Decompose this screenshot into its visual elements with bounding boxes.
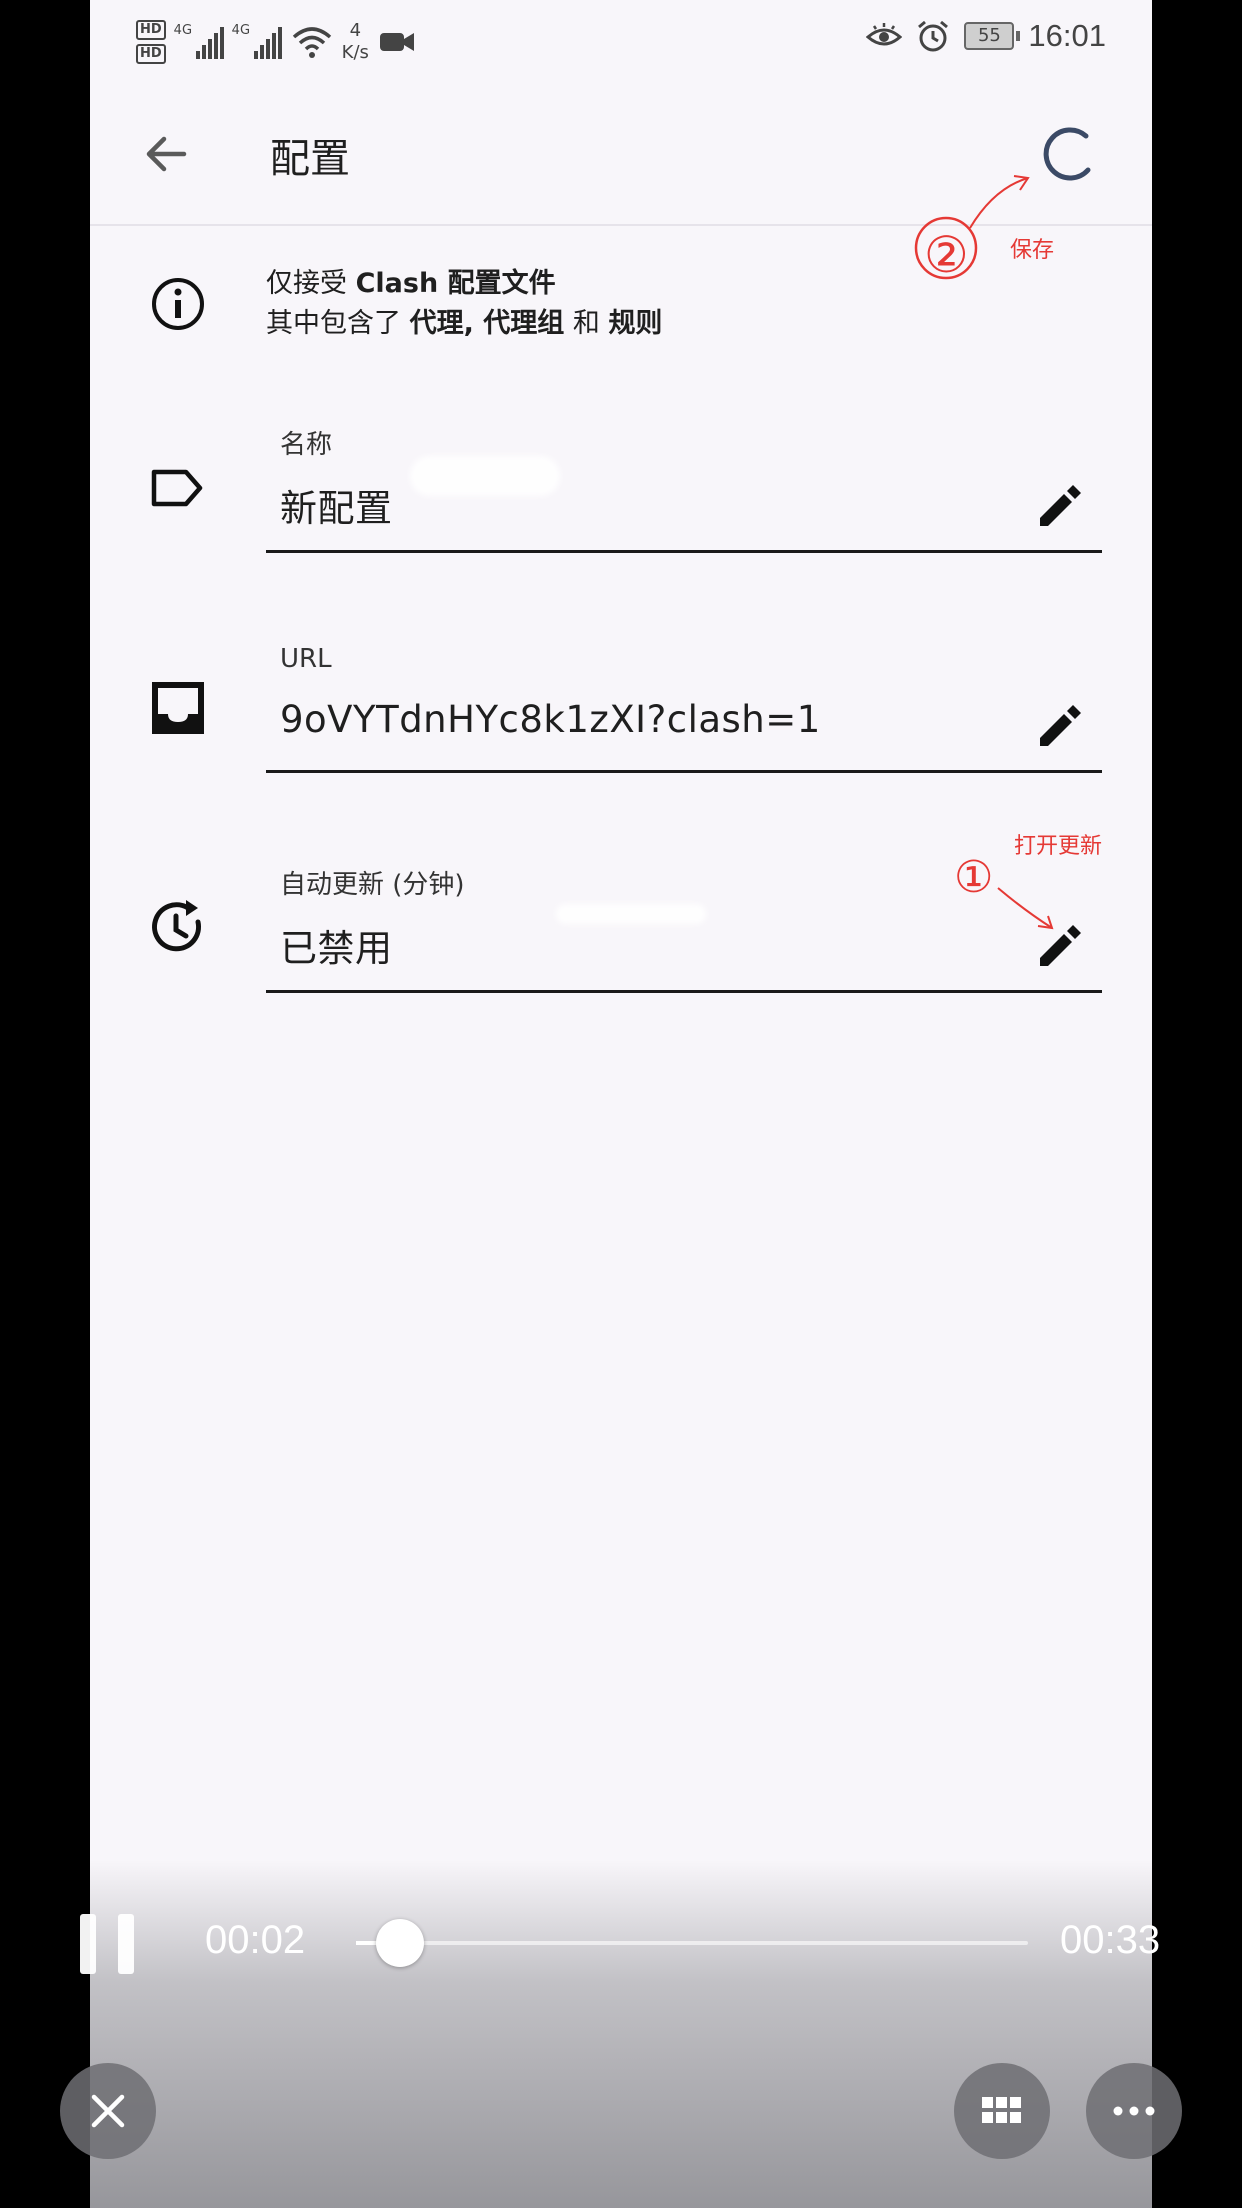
auto-update-field-label: 自动更新 (分钟) <box>280 870 465 900</box>
inbox-icon <box>152 682 204 734</box>
info-text: 仅接受 Clash 配置文件 其中包含了 代理, 代理组 和 规则 <box>266 264 662 344</box>
status-bar: HD HD 4G 4G 4 K/s 55 16:01 <box>90 0 1152 84</box>
close-button[interactable] <box>60 2063 156 2159</box>
grid-button[interactable] <box>954 2063 1050 2159</box>
annotation-open-update-label: 打开更新 <box>1014 834 1103 859</box>
app-screen: HD HD 4G 4G 4 K/s 55 16:01 配置 ② 保存 仅接受 C… <box>90 0 1152 2208</box>
network-type-1: 4G <box>173 23 193 38</box>
info-line2-bold1: 代理, 代理组 <box>409 308 565 339</box>
info-line1-prefix: 仅接受 <box>266 268 356 299</box>
name-field-label: 名称 <box>280 430 333 460</box>
name-field[interactable]: 名称 新配置 <box>266 418 1102 553</box>
signal-icon: 4G <box>173 23 224 59</box>
hd-badge-1: HD <box>136 20 166 40</box>
alarm-icon <box>918 20 949 52</box>
more-button[interactable] <box>1086 2063 1182 2159</box>
label-tag-icon <box>151 469 203 507</box>
url-field[interactable]: URL 9oVYTdnHYc8k1zXI?clash=1 <box>266 638 1102 773</box>
pause-button[interactable] <box>80 1914 136 1974</box>
edit-pencil-icon[interactable] <box>1032 478 1088 534</box>
info-line2-mid: 和 <box>564 308 609 339</box>
info-line2-prefix: 其中包含了 <box>266 308 410 339</box>
auto-update-field-value[interactable]: 已禁用 <box>280 918 393 972</box>
grid-icon <box>982 2097 1021 2123</box>
name-field-value[interactable]: 新配置 <box>280 478 393 532</box>
seek-bar-knob[interactable] <box>375 1919 424 1967</box>
redaction-smudge <box>556 904 706 924</box>
net-speed-unit: K/s <box>341 42 369 63</box>
eye-icon <box>866 23 903 46</box>
annotation-save-label: 保存 <box>1010 238 1055 263</box>
edit-pencil-icon[interactable] <box>1032 698 1088 754</box>
hd-indicator: HD HD <box>136 20 166 64</box>
more-icon <box>1113 2106 1155 2116</box>
signal-icon: 4G <box>231 23 282 59</box>
url-field-value[interactable]: 9oVYTdnHYc8k1zXI?clash=1 <box>280 698 821 741</box>
url-field-label: URL <box>280 644 332 674</box>
status-time: 16:01 <box>1028 18 1106 53</box>
net-speed: 4 K/s <box>342 20 369 64</box>
seek-bar[interactable] <box>356 1919 1028 1967</box>
wifi-icon <box>292 27 331 58</box>
battery-icon: 55 <box>964 22 1021 50</box>
arrow-back-icon[interactable] <box>134 122 198 186</box>
video-record-icon <box>379 33 414 51</box>
hd-badge-2: HD <box>136 44 166 64</box>
net-speed-value: 4 <box>349 20 362 41</box>
annotation-step-2: ② <box>924 226 969 284</box>
info-line1-bold: Clash 配置文件 <box>355 268 556 299</box>
info-icon <box>152 278 204 330</box>
network-type-2: 4G <box>231 23 251 38</box>
info-line2-bold2: 规则 <box>608 308 663 339</box>
redaction-smudge <box>410 456 560 496</box>
annotation-step-1: ① <box>954 852 994 903</box>
page-title: 配置 <box>270 136 350 182</box>
update-clock-icon <box>152 900 202 952</box>
close-icon <box>91 2094 125 2128</box>
annotation-arrow-update <box>997 887 1054 930</box>
